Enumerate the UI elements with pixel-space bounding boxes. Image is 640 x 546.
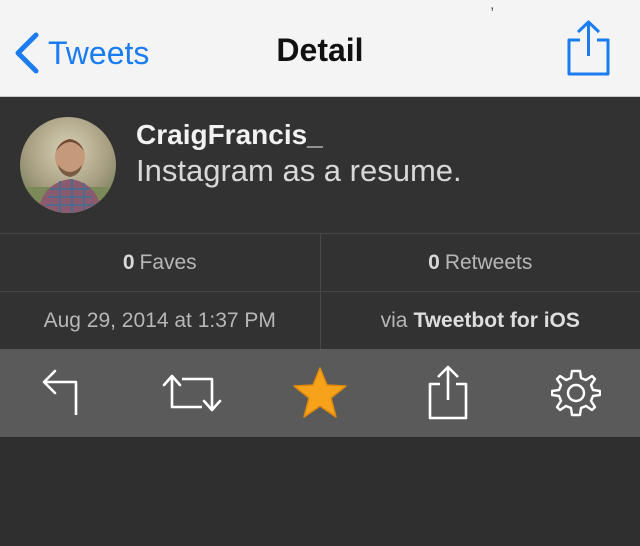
retweet-icon <box>162 374 222 412</box>
faves-count: 0 <box>122 251 135 274</box>
faves-stat[interactable]: 0 Faves <box>0 234 320 292</box>
meta-row: Aug 29, 2014 at 1:37 PM via Tweetbot for… <box>0 291 640 350</box>
reply-button[interactable] <box>32 361 96 425</box>
username[interactable]: CraigFrancis_ <box>136 119 323 151</box>
via-app-name: Tweetbot for iOS <box>413 309 580 332</box>
nav-share-button[interactable] <box>564 18 614 80</box>
retweet-button[interactable] <box>160 361 224 425</box>
favorite-button[interactable] <box>288 361 352 425</box>
retweets-label: Retweets <box>444 251 533 274</box>
timestamp-cell: Aug 29, 2014 at 1:37 PM <box>0 292 320 350</box>
via-prefix: via <box>380 309 408 332</box>
share-icon <box>567 20 610 76</box>
tweet-header: CraigFrancis_ Instagram as a resume. <box>0 97 640 233</box>
action-toolbar <box>0 349 640 437</box>
stats-row: 0 Faves 0 Retweets <box>0 233 640 292</box>
avatar[interactable] <box>20 117 116 213</box>
share-button[interactable] <box>416 361 480 425</box>
status-fragment: , <box>490 0 495 13</box>
tweet-text: Instagram as a resume. <box>136 153 462 188</box>
retweets-count: 0 <box>428 251 440 274</box>
gear-icon <box>551 369 601 417</box>
reply-icon <box>42 369 78 415</box>
page-title: Detail <box>276 32 364 68</box>
share-icon <box>428 365 468 420</box>
timestamp: Aug 29, 2014 at 1:37 PM <box>43 309 276 332</box>
faves-label: Faves <box>139 251 197 274</box>
favorite-star-icon <box>293 367 347 418</box>
settings-button[interactable] <box>544 361 608 425</box>
retweets-stat[interactable]: 0 Retweets <box>319 234 640 292</box>
tweet-detail-screen: , Tweets Detail CraigFrancis_ Instagram … <box>0 0 640 546</box>
avatar-photo <box>20 117 116 213</box>
empty-content-area <box>0 437 640 546</box>
navigation-bar: , Tweets Detail <box>0 0 640 97</box>
via-cell[interactable]: via Tweetbot for iOS <box>319 292 640 350</box>
